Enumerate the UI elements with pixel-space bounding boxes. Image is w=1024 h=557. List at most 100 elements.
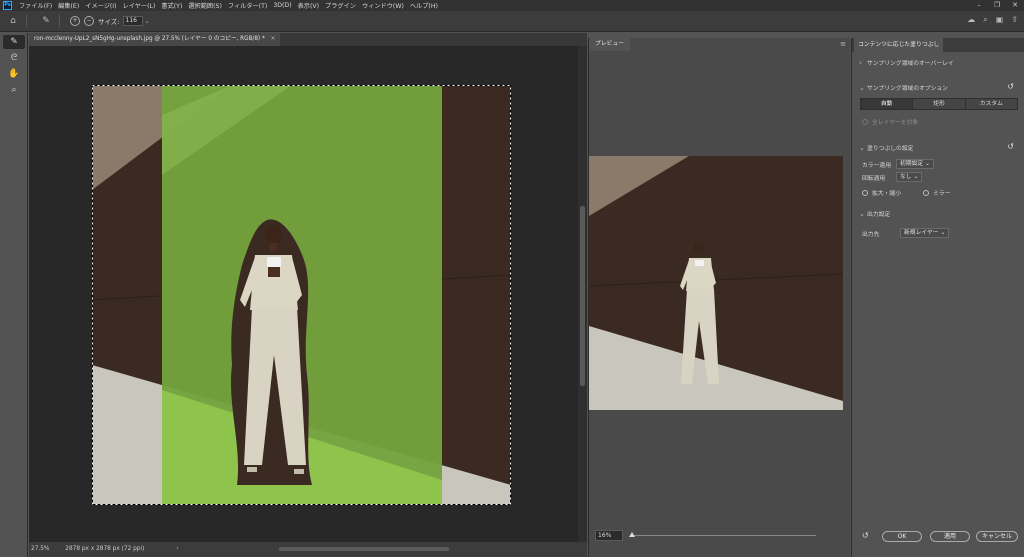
hand-icon[interactable]: ✋ [3,67,25,81]
menu-image[interactable]: イメージ(I) [82,1,119,10]
zoom-readout[interactable]: 27.5% [31,546,49,552]
zoom-icon[interactable]: ⌕ [3,83,25,97]
apply-button[interactable]: 適用 [930,531,970,542]
panel-menu-icon[interactable]: ≡ [840,40,846,48]
document-tab-bar: ron-mcclenny-UpL2_sN5gHg-unsplash.jpg @ … [29,33,587,46]
cancel-button[interactable]: キャンセル [976,531,1018,542]
restore-icon[interactable]: ❐ [988,0,1006,11]
photoshop-window: Ps ファイル(F) 編集(E) イメージ(I) レイヤー(L) 書式(Y) 選… [0,0,1024,557]
segment-auto[interactable]: 自動 [861,99,914,109]
sampling-options-label: サンプリング領域のオプション [867,86,948,92]
menu-help[interactable]: ヘルプ(H) [407,1,441,10]
menu-view[interactable]: 表示(V) [295,1,322,10]
subtract-mode-icon[interactable]: − [84,16,94,26]
menu-select[interactable]: 選択範囲(S) [185,1,225,10]
share-icon[interactable]: ⇪ [1011,15,1018,25]
canvas-area[interactable] [29,46,578,542]
photoshop-logo-icon: Ps [3,1,12,10]
preview-panel: プレビュー ≡ 16% [588,38,850,557]
menu-edit[interactable]: 編集(E) [55,1,82,10]
preview-zoom-slider-knob[interactable] [629,532,635,537]
options-right-tools: ☁ ⌕ ▣ ⇪ [967,15,1018,25]
preview-image[interactable] [589,156,843,410]
document-title: ron-mcclenny-UpL2_sN5gHg-unsplash.jpg @ … [34,36,265,42]
segment-custom[interactable]: カスタム [965,99,1017,109]
rotation-adapt-row: 回転適用 なし ⌄ [862,172,923,182]
menu-filter[interactable]: フィルター(T) [225,1,270,10]
divider [59,15,60,27]
menu-type[interactable]: 書式(Y) [158,1,185,10]
vertical-scroll-thumb[interactable] [580,206,585,386]
document-size: 2878 px x 2878 px (72 ppi) [65,546,145,552]
preview-zoom-input[interactable]: 16% [595,530,623,541]
menu-window[interactable]: ウィンドウ(W) [359,1,407,10]
content-aware-fill-panel: コンテンツに応じた塗りつぶし › サンプリング領域のオーバーレイ ⌄ サンプリン… [851,38,1024,557]
size-label: サイズ: [98,18,120,26]
close-icon[interactable]: ✕ [1006,0,1024,11]
reset-icon[interactable]: ↺ [1007,142,1014,151]
photo-canvas[interactable] [92,85,511,505]
tools-panel: ✎ ᘓ ✋ ⌕ [0,33,28,557]
rotation-adapt-label: 回転適用 [862,175,886,182]
color-adapt-dropdown[interactable]: 初期設定 ⌄ [896,159,934,169]
chevron-right-icon[interactable]: › [176,546,178,552]
workspace-icon[interactable]: ▣ [996,15,1004,25]
chevron-down-icon: ⌄ [859,143,865,152]
search-icon[interactable]: ⌕ [983,15,987,25]
document-tab[interactable]: ron-mcclenny-UpL2_sN5gHg-unsplash.jpg @ … [29,33,281,46]
status-bar: 27.5% 2878 px x 2878 px (72 ppi) › [29,542,587,557]
size-input[interactable]: 116 [122,16,143,26]
window-controls: – ❐ ✕ [970,0,1024,11]
reset-all-icon[interactable]: ↺ [862,531,869,540]
rotation-adapt-dropdown[interactable]: なし ⌄ [896,172,923,182]
options-bar: ⌂ ✎ + − サイズ: 116 ⌄ ☁ ⌕ ▣ ⇪ [0,11,1024,32]
sample-all-layers-checkbox[interactable] [862,118,868,125]
vertical-scrollbar[interactable] [578,46,587,542]
sampling-overlay-label: サンプリング領域のオーバーレイ [867,61,954,67]
minimize-icon[interactable]: – [970,0,988,11]
scale-checkbox[interactable] [862,189,868,196]
share-cloud-icon[interactable]: ☁ [967,15,975,25]
output-settings-section[interactable]: ⌄ 出力設定 [859,209,891,219]
preview-tab[interactable]: プレビュー [589,38,630,51]
sampling-brush-tool-icon[interactable]: ✎ [39,14,53,28]
segment-rectangle[interactable]: 矩形 [913,99,966,109]
divider [26,15,27,27]
menu-bar: Ps ファイル(F) 編集(E) イメージ(I) レイヤー(L) 書式(Y) 選… [0,0,1024,11]
reset-icon[interactable]: ↺ [1007,82,1014,91]
sample-all-layers-label: 全レイヤーを対象 [872,120,919,126]
horizontal-scroll-thumb[interactable] [279,547,449,551]
color-adapt-label: カラー適用 [862,162,891,169]
chevron-down-icon: ⌄ [859,209,865,218]
sampling-brush-icon[interactable]: ✎ [3,35,25,49]
preview-zoom-slider[interactable] [631,535,816,536]
scale-label: 拡大・縮小 [872,191,901,197]
caf-tab-strip: コンテンツに応じた塗りつぶし [852,38,1024,52]
menu-layer[interactable]: レイヤー(L) [120,1,159,10]
menu-3d[interactable]: 3D(D) [270,2,294,9]
output-to-label: 出力先 [862,231,880,238]
home-icon[interactable]: ⌂ [6,14,20,28]
output-to-row: 出力先 新規レイヤー ⌄ [862,228,950,238]
sample-all-layers-row: 全レイヤーを対象 [862,117,918,126]
photo-illustration [92,85,511,505]
close-tab-icon[interactable]: × [271,36,276,42]
output-settings-label: 出力設定 [867,212,891,218]
fill-settings-section[interactable]: ⌄ 塗りつぶしの設定 [859,143,914,153]
chevron-down-icon[interactable]: ⌄ [145,18,150,25]
ok-button[interactable]: OK [882,531,922,542]
caf-tab[interactable]: コンテンツに応じた塗りつぶし [854,38,944,52]
mirror-checkbox[interactable] [923,189,929,196]
add-mode-icon[interactable]: + [70,16,80,26]
sampling-overlay-section[interactable]: › サンプリング領域のオーバーレイ [859,58,954,68]
fill-settings-label: 塗りつぶしの設定 [867,146,914,152]
menu-plugins[interactable]: プラグイン [322,1,359,10]
menu-file[interactable]: ファイル(F) [16,1,55,10]
lasso-icon[interactable]: ᘓ [3,51,25,65]
chevron-right-icon: › [859,58,862,67]
preview-photo-illustration [589,156,843,410]
output-to-dropdown[interactable]: 新規レイヤー ⌄ [900,228,950,238]
sampling-options-section[interactable]: ⌄ サンプリング領域のオプション [859,83,948,93]
mirror-label: ミラー [933,191,951,197]
sampling-mode-segmented: 自動 矩形 カスタム [860,98,1018,110]
